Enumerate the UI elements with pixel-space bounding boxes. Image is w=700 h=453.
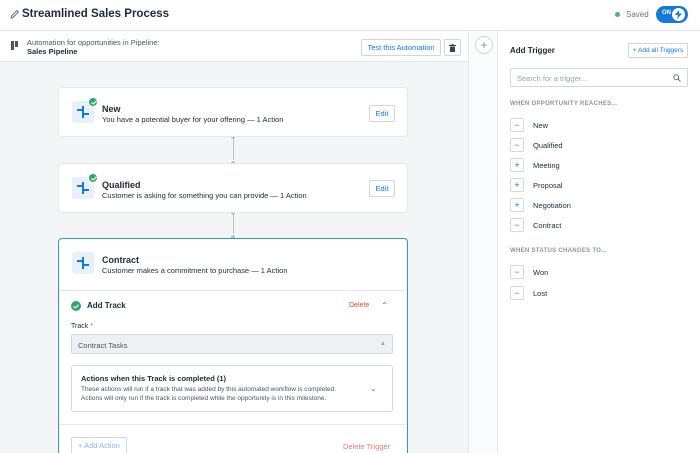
trigger-label: Contract [533, 220, 562, 230]
pipeline-name: Sales Pipeline [27, 47, 78, 56]
search-placeholder: Search for a trigger... [517, 74, 588, 83]
chevron-down-icon[interactable]: ⌄ [370, 384, 377, 393]
divider [59, 290, 406, 291]
chevron-down-icon: ▲ [380, 341, 386, 347]
saved-dot-icon [615, 12, 620, 17]
stage-card-qualified[interactable]: Qualified Customer is asking for somethi… [58, 163, 408, 213]
test-automation-button[interactable]: Test this Automation [361, 39, 441, 56]
lightning-icon [675, 10, 682, 19]
trigger-label: Lost [533, 288, 548, 298]
delete-trigger-link[interactable]: Delete Trigger [343, 442, 390, 451]
minus-icon[interactable]: − [510, 138, 524, 152]
automation-icon [11, 41, 19, 52]
trigger-label: Negotiation [533, 200, 571, 210]
check-icon [71, 301, 81, 311]
track-field-label: Track * [71, 323, 93, 330]
trigger-label: Meeting [533, 160, 560, 170]
add-trigger-panel: Add Trigger + Add all Triggers Search fo… [498, 31, 700, 453]
track-select-value: Contract Tasks [78, 341, 128, 350]
trigger-item-contract[interactable]: − Contract [510, 218, 561, 232]
trigger-item-proposal[interactable]: + Proposal [510, 178, 563, 192]
connector-line [232, 139, 234, 161]
toggle-knob [672, 8, 685, 21]
plus-icon[interactable]: + [510, 158, 524, 172]
stage-card-contract[interactable]: Contract Customer makes a commitment to … [58, 238, 408, 453]
check-icon [88, 97, 98, 107]
trigger-item-negotiation[interactable]: + Negotiation [510, 198, 571, 212]
stage-title: Contract [102, 255, 140, 265]
toggle-label: ON [662, 10, 671, 16]
pencil-icon[interactable] [10, 9, 20, 19]
saved-status: Saved [615, 10, 649, 19]
track-actions-panel[interactable]: Actions when this Track is completed (1)… [71, 365, 393, 412]
plus-icon[interactable]: + [510, 198, 524, 212]
actions-description: Actions will only run if the track is co… [81, 395, 327, 402]
trigger-label: Won [533, 267, 549, 277]
section-heading: WHEN STATUS CHANGES TO... [510, 248, 608, 254]
delete-track-link[interactable]: Delete [349, 302, 369, 309]
connector-line [232, 215, 234, 235]
plus-icon[interactable]: + [510, 178, 524, 192]
stage-description: Customer is asking for something you can… [102, 191, 307, 200]
delete-automation-button[interactable] [444, 39, 461, 56]
trigger-item-lost[interactable]: − Lost [510, 286, 547, 300]
automation-toggle[interactable]: ON [656, 6, 688, 23]
required-mark: * [90, 323, 93, 330]
minus-icon[interactable]: − [510, 286, 524, 300]
stage-description: Customer makes a commitment to purchase … [102, 266, 288, 275]
minus-icon[interactable]: − [510, 218, 524, 232]
stage-description: You have a potential buyer for your offe… [102, 115, 284, 124]
trigger-item-qualified[interactable]: − Qualified [510, 138, 563, 152]
trash-icon [449, 43, 456, 52]
actions-title: Actions when this Track is completed (1) [81, 374, 227, 383]
search-icon [673, 74, 681, 82]
page-title[interactable]: Streamlined Sales Process [22, 8, 169, 20]
track-title: Add Track [87, 301, 126, 310]
add-column: + [468, 31, 498, 453]
saved-label: Saved [626, 10, 649, 19]
trigger-item-new[interactable]: − New [510, 118, 548, 132]
panel-title: Add Trigger [510, 46, 555, 55]
trigger-label: New [533, 120, 549, 130]
minus-icon[interactable]: − [510, 118, 524, 132]
trigger-label: Qualified [533, 140, 563, 150]
automation-description: Automation for opportunities in Pipeline… [27, 38, 160, 47]
edit-stage-button[interactable]: Edit [369, 105, 395, 122]
trigger-item-won[interactable]: − Won [510, 265, 548, 279]
trigger-search-input[interactable]: Search for a trigger... [510, 68, 688, 87]
stage-card-new[interactable]: New You have a potential buyer for your … [58, 87, 408, 137]
trigger-item-meeting[interactable]: + Meeting [510, 158, 560, 172]
section-heading: WHEN OPPORTUNITY REACHES... [510, 101, 618, 107]
minus-icon[interactable]: − [510, 265, 524, 279]
chevron-up-icon[interactable]: ⌃ [381, 301, 388, 310]
plus-icon[interactable]: + [475, 36, 493, 54]
check-icon [88, 173, 98, 183]
stage-title: New [102, 104, 121, 114]
track-select[interactable]: Contract Tasks ▲ [71, 334, 393, 354]
top-bar: Streamlined Sales Process Saved ON [0, 0, 700, 31]
actions-description: These actions will run if a track that w… [81, 386, 337, 393]
trigger-label: Proposal [533, 180, 563, 190]
track-field-label-text: Track [71, 323, 89, 330]
add-action-button[interactable]: + Add Action [71, 437, 127, 453]
edit-stage-button[interactable]: Edit [369, 180, 395, 197]
stage-icon [72, 252, 94, 274]
add-all-triggers-button[interactable]: + Add all Triggers [628, 43, 688, 58]
divider [59, 424, 406, 425]
stage-title: Qualified [102, 180, 141, 190]
